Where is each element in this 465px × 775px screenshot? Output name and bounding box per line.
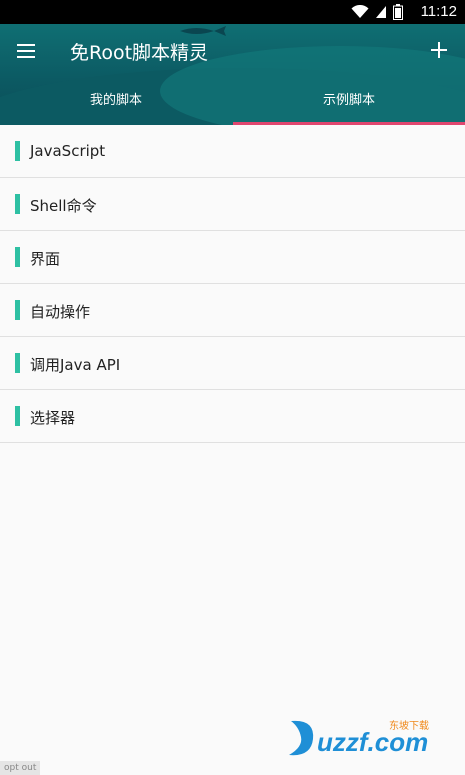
list-item-label: 界面	[30, 250, 61, 268]
watermark-logo: uzzf.com 东坡下载	[289, 719, 429, 757]
app-title: 免Root脚本精灵	[70, 42, 209, 64]
list-item-auto-operation[interactable]: 自动操作	[0, 284, 465, 337]
tab-example-scripts[interactable]: 示例脚本	[233, 88, 465, 125]
list-item-label: 选择器	[30, 409, 76, 427]
list-item-label: JavaScript	[30, 142, 106, 160]
list-item-ui[interactable]: 界面	[0, 231, 465, 284]
list-item-label: 自动操作	[30, 303, 91, 321]
signal-icon	[376, 6, 386, 18]
list-item-shell[interactable]: Shell命令	[0, 178, 465, 231]
tab-my-scripts[interactable]: 我的脚本	[0, 88, 232, 125]
list-item-label: Shell命令	[30, 197, 97, 215]
menu-button[interactable]	[14, 40, 40, 62]
status-time: 11:12	[420, 3, 457, 20]
list-item-java-api[interactable]: 调用Java API	[0, 337, 465, 390]
menu-icon	[17, 44, 35, 46]
example-list: JavaScript Shell命令 界面 自动操作 调用Java API 选择…	[0, 125, 465, 443]
watermark-subtitle: 东坡下载	[389, 719, 429, 732]
item-bar	[15, 247, 20, 267]
status-icons	[351, 4, 403, 20]
app-bar: 免Root脚本精灵 我的脚本 示例脚本	[0, 24, 465, 125]
item-bar	[15, 406, 20, 426]
list-item-label: 调用Java API	[30, 356, 121, 374]
wifi-icon	[351, 5, 369, 18]
battery-icon	[393, 4, 403, 20]
item-bar	[15, 353, 20, 373]
status-bar: 11:12	[0, 0, 465, 24]
item-bar	[15, 194, 20, 214]
list-item-javascript[interactable]: JavaScript	[0, 125, 465, 178]
fish-illustration	[180, 26, 226, 36]
item-bar	[15, 141, 20, 161]
list-item-selector[interactable]: 选择器	[0, 390, 465, 443]
add-button[interactable]	[427, 38, 451, 62]
item-bar	[15, 300, 20, 320]
opt-out-label[interactable]: opt out	[0, 761, 41, 775]
